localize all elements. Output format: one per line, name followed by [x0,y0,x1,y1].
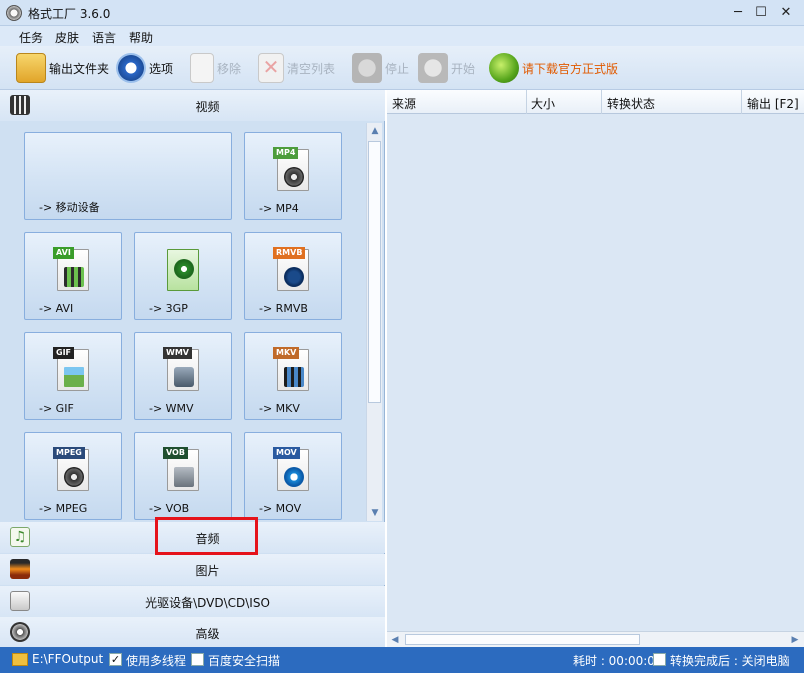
hscroll-thumb[interactable] [405,634,640,645]
avi-file-icon: AVI [51,247,95,293]
tile-mobile-device[interactable]: -> 移动设备 [24,132,232,220]
col-status[interactable]: 转换状态 [607,95,655,112]
picture-icon [10,559,30,579]
gif-file-icon: GIF [51,347,95,393]
after-done-checkbox[interactable] [653,653,666,666]
elapsed-time: 耗时 : 00:00:00 [573,654,663,668]
options-button[interactable]: 选项 [116,52,173,84]
folder-icon [12,653,28,666]
col-source[interactable]: 来源 [392,95,416,112]
download-official-link[interactable]: 请下载官方正式版 [489,52,618,84]
stop-button[interactable]: 停止 [352,52,409,84]
category-advanced[interactable]: 高级 [0,617,385,648]
globe-search-icon [489,53,519,83]
mp4-file-icon: MP4 [271,147,315,193]
toolbar: 输出文件夹 选项 移除 ✕ 清空列表 停止 开始 请下载官方正式版 [0,46,804,90]
baidu-scan-label: 百度安全扫描 [208,654,281,668]
task-list-hscroll[interactable]: ◀ ▶ [387,631,804,647]
category-rom[interactable]: 光驱设备\DVD\CD\ISO [0,586,385,617]
video-format-grid: -> 移动设备 MP4 -> MP4 AVI -> AVI -> 3GP RMV… [0,123,366,521]
start-button[interactable]: 开始 [418,52,475,84]
output-path[interactable]: E:\FFOutput [32,652,103,666]
maximize-button[interactable]: ☐ [748,3,774,23]
clear-x-icon: ✕ [258,53,284,83]
tile-3gp[interactable]: -> 3GP [134,232,232,320]
menu-help[interactable]: 帮助 [129,29,153,46]
start-icon [418,53,448,83]
status-bar: E:\FFOutput ✓ 使用多线程 百度安全扫描 耗时 : 00:00:00… [0,647,804,673]
title-bar: 格式工厂 3.6.0 ─ ☐ ✕ [0,0,804,26]
3gp-file-icon [161,247,205,293]
tile-wmv[interactable]: WMV -> WMV [134,332,232,420]
baidu-scan-checkbox[interactable] [191,653,204,666]
mov-file-icon: MOV [271,447,315,493]
after-done-label: 转换完成后 : 关闭电脑 [670,654,790,668]
rmvb-file-icon: RMVB [271,247,315,293]
mpeg-file-icon: MPEG [51,447,95,493]
menu-skin[interactable]: 皮肤 [55,29,79,46]
wmv-file-icon: WMV [161,347,205,393]
app-icon [6,5,22,21]
category-picture[interactable]: 图片 [0,554,385,585]
tile-mpeg[interactable]: MPEG -> MPEG [24,432,122,520]
task-list-header: 来源 大小 转换状态 输出 [F2] [387,90,804,114]
remove-doc-icon [190,53,214,83]
tile-vob[interactable]: VOB -> VOB [134,432,232,520]
clear-list-button[interactable]: ✕ 清空列表 [258,52,335,84]
stop-icon [352,53,382,83]
close-button[interactable]: ✕ [773,3,799,23]
tile-avi[interactable]: AVI -> AVI [24,232,122,320]
optical-drive-icon [10,591,30,611]
highlight-box [155,517,258,555]
multithread-label: 使用多线程 [126,654,187,668]
col-output[interactable]: 输出 [F2] [747,95,799,112]
tile-gif[interactable]: GIF -> GIF [24,332,122,420]
task-list[interactable]: 来源 大小 转换状态 输出 [F2] ◀ ▶ [387,90,804,647]
folder-icon [16,53,46,83]
window-title: 格式工厂 3.6.0 [28,7,111,21]
menu-language[interactable]: 语言 [92,29,116,46]
scroll-right-icon[interactable]: ▶ [787,632,803,648]
scroll-down-icon[interactable]: ▼ [367,505,383,521]
col-size[interactable]: 大小 [531,95,555,112]
multithread-checkbox[interactable]: ✓ [109,653,122,666]
film-icon [10,95,30,115]
scroll-left-icon[interactable]: ◀ [387,632,403,648]
remove-button[interactable]: 移除 [190,52,241,84]
menu-bar: 任务 皮肤 语言 帮助 [0,26,804,46]
gear-icon [116,53,146,83]
tile-mp4[interactable]: MP4 -> MP4 [244,132,342,220]
menu-task[interactable]: 任务 [19,29,43,46]
tile-rmvb[interactable]: RMVB -> RMVB [244,232,342,320]
mkv-file-icon: MKV [271,347,315,393]
grid-scrollbar[interactable]: ▲ ▼ [366,123,382,521]
scroll-thumb[interactable] [368,141,381,403]
vob-file-icon: VOB [161,447,205,493]
tile-mov[interactable]: MOV -> MOV [244,432,342,520]
music-note-icon: ♫ [10,527,30,547]
category-video[interactable]: 视频 [0,90,385,121]
reel-icon [10,622,30,642]
output-folder-button[interactable]: 输出文件夹 [16,52,109,84]
scroll-up-icon[interactable]: ▲ [367,123,383,139]
tile-mkv[interactable]: MKV -> MKV [244,332,342,420]
